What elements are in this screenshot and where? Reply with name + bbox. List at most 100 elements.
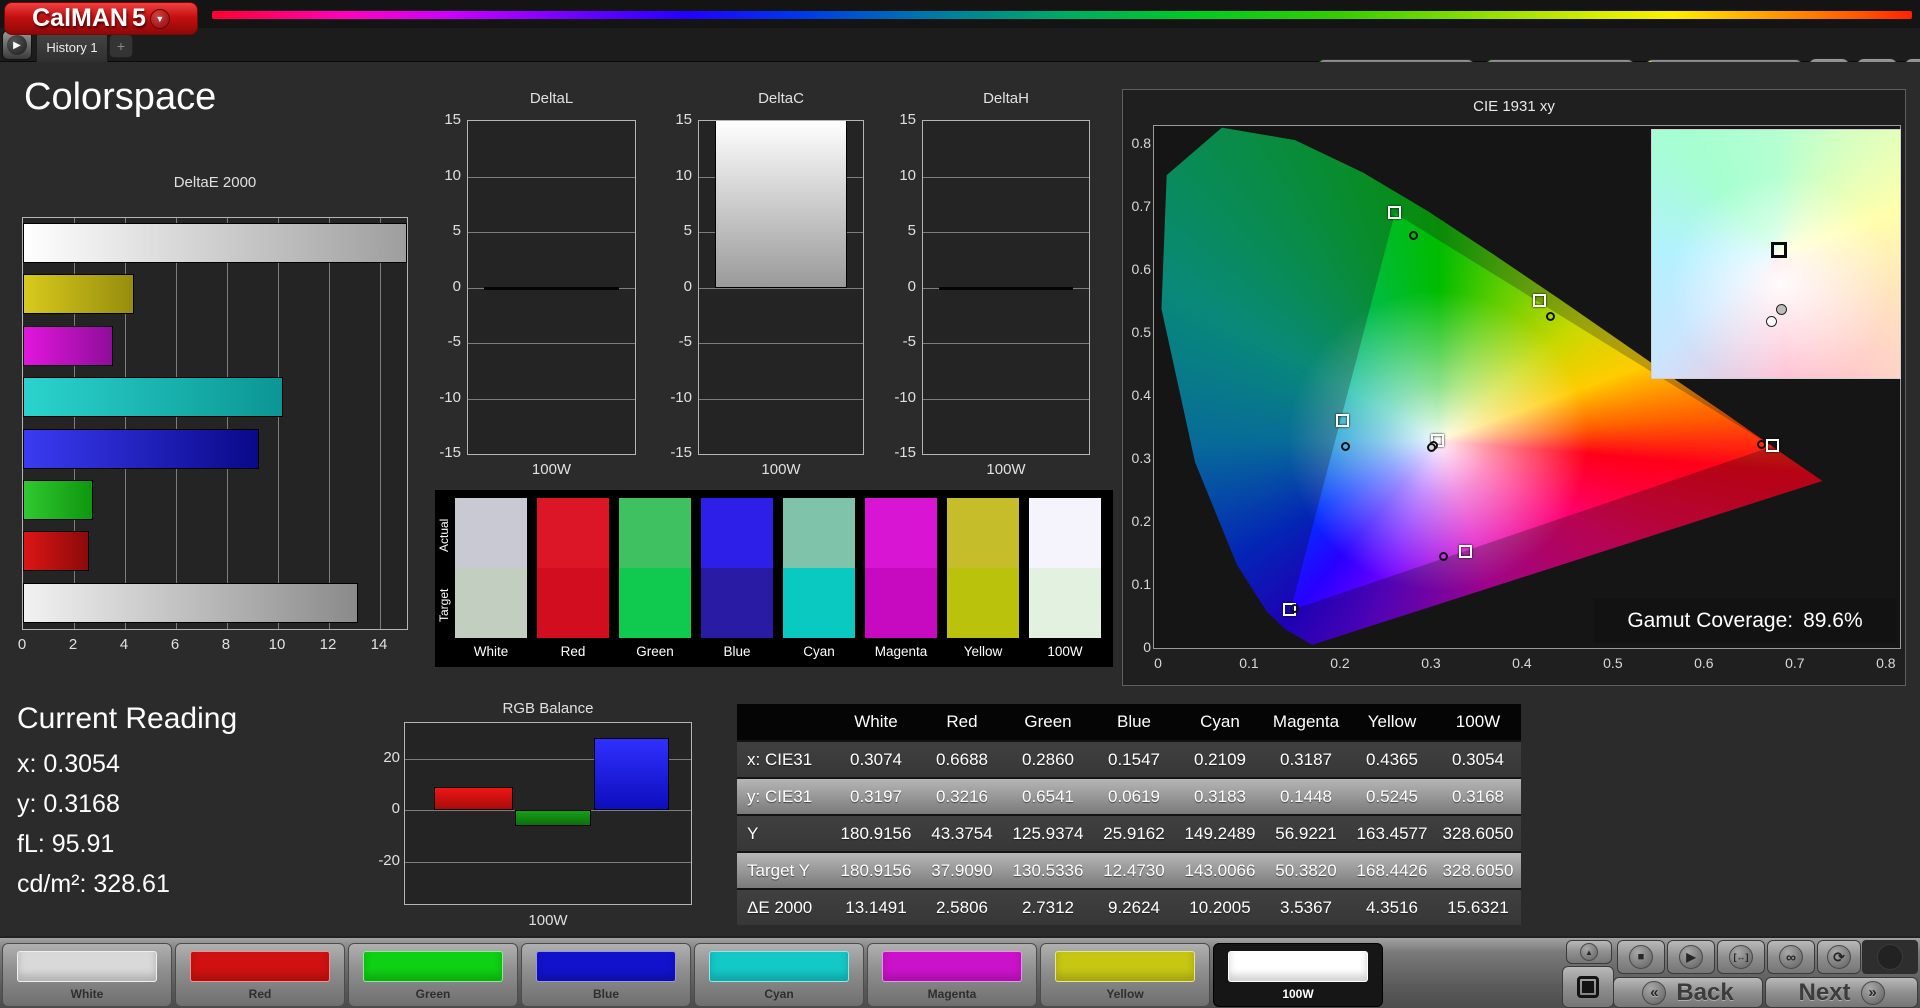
cie-xtick: 0.2: [1325, 655, 1355, 671]
deltac-ytick: -15: [658, 444, 692, 461]
table-cell: 15.6321: [1435, 890, 1521, 925]
stop-button[interactable]: ■: [1617, 940, 1665, 974]
color-patch: [882, 951, 1022, 982]
deltal-ytick: -10: [427, 389, 461, 406]
swatch-target: [947, 568, 1019, 638]
table-cell: 0.3216: [919, 779, 1005, 814]
table-row-label: y: CIE31: [737, 779, 833, 814]
table-header-cell: Cyan: [1177, 704, 1263, 740]
pattern-button-label: 100W: [1214, 987, 1382, 1001]
calman-window: CalMAN 5 ▼ ▶ History 1 + X-Rite i1Displa…: [0, 0, 1920, 1008]
table-row: x: CIE310.30740.66880.28600.15470.21090.…: [737, 740, 1521, 777]
color-patch: [363, 951, 503, 982]
swatch-target: [865, 568, 937, 638]
deltah-ytick: -15: [882, 444, 916, 461]
logo-dropdown-icon[interactable]: ▼: [150, 9, 170, 29]
cie-xtick: 0.3: [1416, 655, 1446, 671]
pattern-button-100w[interactable]: 100W: [1213, 943, 1383, 1007]
pattern-button-cyan[interactable]: Cyan: [694, 943, 864, 1007]
back-button[interactable]: « Back: [1613, 977, 1763, 1008]
deltac-ytick: 5: [658, 222, 692, 239]
zero-value-mark: [939, 287, 1073, 290]
color-patch: [190, 951, 330, 982]
expand-controls-button[interactable]: ▲: [1566, 940, 1612, 964]
swatch-actual: [1029, 498, 1101, 568]
deltal-ytick: 0: [427, 278, 461, 295]
deltae-tick-label: 8: [214, 636, 238, 653]
swatch-actual: [865, 498, 937, 568]
pattern-window-button[interactable]: [1562, 966, 1614, 1008]
deltal-ytick: 10: [427, 167, 461, 184]
rgb-ytick: 0: [366, 800, 400, 817]
next-button[interactable]: Next »: [1765, 977, 1918, 1008]
calman-logo[interactable]: CalMAN 5 ▼: [4, 2, 198, 35]
cie-ytick: 0.7: [1125, 198, 1151, 214]
table-row-label: x: CIE31: [737, 742, 833, 777]
color-patch: [17, 951, 157, 982]
logo-version: 5: [132, 4, 146, 33]
cie-chart-title: CIE 1931 xy: [1123, 98, 1905, 115]
deltae-tick-label: 2: [61, 636, 85, 653]
cie-target-cyan: [1336, 414, 1349, 427]
table-cell: 2.7312: [1005, 890, 1091, 925]
measurement-table: WhiteRedGreenBlueCyanMagentaYellow100Wx:…: [737, 704, 1521, 925]
swatch-target: [619, 568, 691, 638]
pattern-button-label: Green: [349, 987, 517, 1001]
deltae-tick-label: 4: [112, 636, 136, 653]
play-button[interactable]: ▶: [1667, 940, 1715, 974]
table-cell: 0.3054: [1435, 742, 1521, 777]
swatch-label: Red: [537, 644, 609, 659]
deltac-ytick: -5: [658, 333, 692, 350]
pattern-button-white[interactable]: White: [2, 943, 172, 1007]
table-cell: 0.3197: [833, 779, 919, 814]
pattern-button-green[interactable]: Green: [348, 943, 518, 1007]
pattern-button-blue[interactable]: Blue: [521, 943, 691, 1007]
table-row-label: ΔE 2000: [737, 890, 833, 925]
table-header-cell: Blue: [1091, 704, 1177, 740]
pattern-button-yellow[interactable]: Yellow: [1040, 943, 1210, 1007]
swatch-target: [455, 568, 527, 638]
step-mode-button[interactable]: [↔]: [1717, 940, 1765, 974]
loop-button[interactable]: ∞: [1767, 940, 1815, 974]
cie-xtick: 0.5: [1598, 655, 1628, 671]
deltal-ytick: 5: [427, 222, 461, 239]
swatch-yellow: Yellow: [947, 498, 1019, 638]
table-cell: 0.6541: [1005, 779, 1091, 814]
pattern-button-red[interactable]: Red: [175, 943, 345, 1007]
table-row-label: Target Y: [737, 853, 833, 888]
pattern-button-label: Magenta: [868, 987, 1036, 1001]
table-cell: 0.2109: [1177, 742, 1263, 777]
deltac-ytick: 15: [658, 111, 692, 128]
deltah-ytick: -5: [882, 333, 916, 350]
deltac-title: DeltaC: [698, 90, 864, 107]
swatch-actual: [537, 498, 609, 568]
table-row: y: CIE310.31970.32160.65410.06190.31830.…: [737, 777, 1521, 814]
table-cell: 149.2489: [1177, 816, 1263, 851]
color-patch: [709, 951, 849, 982]
swatch-actual: [783, 498, 855, 568]
swatch-blue: Blue: [701, 498, 773, 638]
table-cell: 168.4426: [1349, 853, 1435, 888]
table-row: ΔE 200013.14912.58062.73129.262410.20053…: [737, 888, 1521, 925]
swatch-label: Magenta: [865, 644, 937, 659]
pattern-button-magenta[interactable]: Magenta: [867, 943, 1037, 1007]
swatch-actual: [701, 498, 773, 568]
table-header-row: WhiteRedGreenBlueCyanMagentaYellow100W: [737, 704, 1521, 740]
page-title: Colorspace: [24, 76, 216, 119]
table-row: Target Y180.915637.9090130.533612.473014…: [737, 851, 1521, 888]
cie-ytick: 0.6: [1125, 261, 1151, 277]
rgb-ytick: -20: [366, 852, 400, 869]
title-strip: [0, 0, 1920, 28]
current-reading-panel: Current Reading x: 0.3054y: 0.3168fL: 95…: [17, 702, 237, 910]
swatch-magenta: Magenta: [865, 498, 937, 638]
deltal-x-label: 100W: [467, 461, 636, 478]
inset-target-square: [1771, 242, 1787, 258]
refresh-button[interactable]: ⟳: [1817, 940, 1861, 974]
tab-history-1[interactable]: History 1: [36, 31, 108, 62]
cie-ytick: 0.4: [1125, 387, 1151, 403]
add-tab-button[interactable]: +: [109, 34, 133, 58]
disabled-circle-icon: [1877, 944, 1903, 970]
next-label: Next: [1798, 979, 1850, 1007]
table-header-cell: Yellow: [1349, 704, 1435, 740]
swatch-label: White: [455, 644, 527, 659]
